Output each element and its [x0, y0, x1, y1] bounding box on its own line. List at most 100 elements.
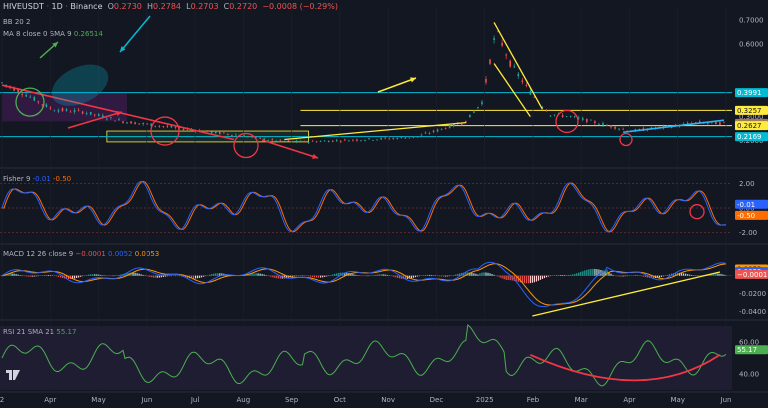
macd-histogram-bar [382, 274, 384, 276]
macd-histogram-bar [501, 275, 503, 279]
candle-body [549, 115, 552, 117]
candle-body [57, 110, 60, 112]
macd-histogram-bar [11, 273, 13, 276]
macd-histogram-bar [120, 274, 122, 276]
axis-tick-label: 2.00 [739, 180, 755, 188]
candle-body [477, 107, 479, 108]
macd-histogram-bar [658, 275, 661, 278]
candle-body [436, 129, 439, 132]
macd-yellow-trendline [532, 271, 721, 317]
macd-line [1, 261, 727, 308]
candle-body [219, 132, 221, 134]
macd-histogram-bar [453, 275, 455, 276]
macd-histogram-bar [255, 273, 257, 276]
macd-histogram-bar [555, 275, 558, 276]
macd-histogram-bar [668, 274, 671, 276]
candle-body [138, 123, 140, 125]
macd-histogram-bar [596, 269, 598, 276]
macd-histogram-bar [525, 275, 527, 284]
price-tag: 0.3257 [737, 107, 762, 115]
macd-histogram-bar [594, 268, 596, 276]
yellow-wedge-lower-line [493, 63, 531, 117]
candle-body [307, 142, 310, 143]
candle-body [412, 136, 415, 138]
macd-histogram-bar [723, 274, 725, 276]
axis-tick-label: 0.6000 [739, 41, 764, 49]
x-tick-label: Apr [44, 396, 56, 404]
candle-body [505, 54, 507, 56]
macd-histogram-bar [152, 275, 154, 278]
macd-histogram-bar [94, 274, 96, 276]
macd-histogram-bar [666, 274, 669, 276]
chart-canvas[interactable]: 0.70000.60000.40000.30000.20002.000.00-2… [0, 0, 768, 408]
macd-histogram-bar [574, 273, 576, 276]
candle-body [206, 130, 209, 132]
macd-histogram-bar [154, 275, 156, 278]
macd-histogram-bar [55, 275, 58, 277]
macd-histogram-bar [322, 275, 324, 278]
candle-body [142, 123, 144, 124]
candle-body [118, 119, 120, 121]
macd-histogram-bar [318, 275, 320, 278]
candle-body [299, 140, 302, 142]
candle-body [53, 110, 56, 112]
macd-histogram-bar [324, 275, 326, 277]
candle-body [408, 137, 411, 139]
candle-body [618, 128, 620, 130]
candle-body [315, 141, 318, 143]
candle-body [29, 96, 32, 98]
macd-histogram-bar [570, 274, 572, 276]
macd-histogram-bar [612, 274, 614, 276]
axis-tick-label: -0.0400 [739, 308, 766, 316]
candle-body [428, 133, 431, 134]
macd-histogram-bar [90, 274, 92, 276]
macd-histogram-bar [576, 273, 578, 276]
macd-histogram-bar [689, 274, 691, 276]
macd-histogram-bar [209, 274, 211, 276]
candle-body [582, 118, 584, 120]
candle-body [162, 126, 165, 127]
candle-body [525, 84, 528, 86]
axis-tick-label: 40.00 [739, 371, 759, 379]
macd-histogram-bar [17, 274, 19, 276]
candle-body [368, 138, 370, 140]
macd-histogram-bar [265, 275, 267, 276]
candle-body [25, 94, 27, 97]
candle-body [126, 122, 128, 124]
x-tick-label: May [670, 396, 684, 404]
macd-histogram-bar [213, 273, 215, 276]
macd-histogram-bar [616, 275, 618, 277]
candle-body [291, 141, 294, 142]
candle-body [344, 139, 346, 141]
fisher-tag: -0.50 [737, 212, 755, 220]
macd-histogram-bar [356, 275, 358, 276]
macd-histogram-bar [471, 272, 473, 276]
macd-histogram-bar [293, 275, 296, 277]
macd-histogram-bar [572, 274, 574, 276]
macd-histogram-bar [201, 275, 203, 278]
macd-histogram-bar [481, 272, 483, 276]
x-tick-label: Aug [236, 396, 250, 404]
macd-histogram-bar [88, 274, 90, 276]
x-tick-label: Mar [575, 396, 588, 404]
macd-histogram-bar [566, 275, 568, 276]
macd-histogram-bar [491, 274, 493, 276]
macd-histogram-bar [505, 275, 507, 280]
macd-histogram-bar [412, 275, 414, 278]
candle-body [420, 134, 423, 136]
macd-histogram-bar [414, 275, 417, 278]
macd-histogram-bar [457, 273, 459, 276]
candle-body [553, 114, 556, 116]
macd-histogram-bar [98, 274, 100, 276]
axis-tick-label: -2.00 [739, 229, 757, 237]
macd-histogram-bar [588, 269, 590, 276]
candle-body [610, 125, 612, 128]
macd-histogram-bar [493, 274, 495, 276]
candle-body [1, 82, 3, 84]
candle-body [424, 132, 427, 134]
x-tick-label: Oct [334, 396, 346, 404]
macd-histogram-bar [158, 275, 160, 278]
x-tick-label: Sep [285, 396, 299, 404]
macd-histogram-bar [271, 275, 273, 278]
macd-histogram-bar [372, 275, 374, 276]
